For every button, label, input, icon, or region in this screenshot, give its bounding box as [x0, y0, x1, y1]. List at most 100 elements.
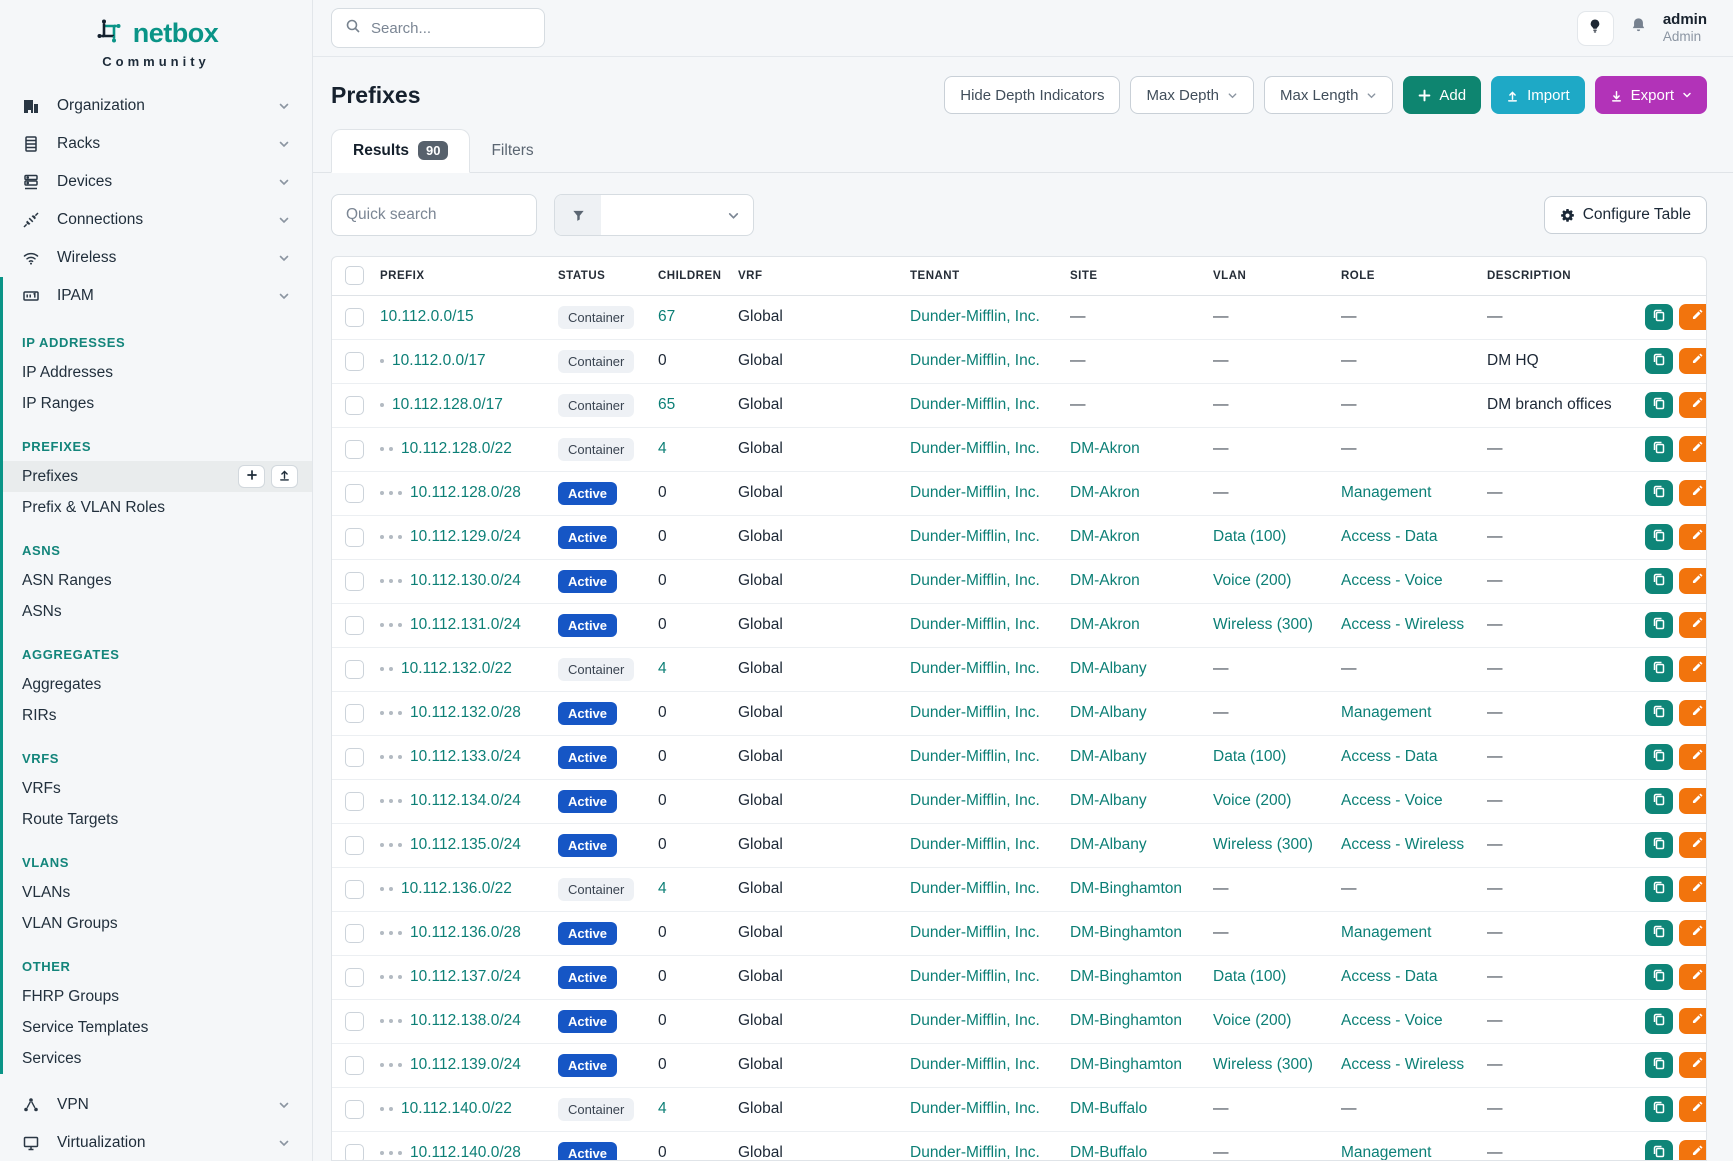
- saved-filter-select[interactable]: [554, 194, 754, 236]
- column-header-site[interactable]: SITE: [1060, 257, 1203, 295]
- tenant-link[interactable]: Dunder-Mifflin, Inc.: [910, 616, 1040, 633]
- add-button[interactable]: Add: [1403, 76, 1481, 114]
- edit-button[interactable]: [1679, 744, 1707, 770]
- notifications-button[interactable]: [1629, 16, 1648, 40]
- edit-button[interactable]: [1679, 788, 1707, 814]
- site-link[interactable]: DM-Albany: [1070, 836, 1147, 853]
- prefix-link[interactable]: 10.112.128.0/22: [401, 440, 512, 457]
- children-count-link[interactable]: 65: [658, 396, 675, 413]
- import-prefix-button[interactable]: [271, 465, 298, 488]
- edit-button[interactable]: [1679, 524, 1707, 550]
- sidebar-item-virtualization[interactable]: Virtualization: [0, 1124, 312, 1161]
- prefix-link[interactable]: 10.112.132.0/22: [401, 660, 512, 677]
- copy-button[interactable]: [1645, 788, 1673, 814]
- sidebar-item-wireless[interactable]: Wireless: [0, 239, 312, 277]
- column-header-vrf[interactable]: VRF: [728, 257, 900, 295]
- tenant-link[interactable]: Dunder-Mifflin, Inc.: [910, 396, 1040, 413]
- tenant-link[interactable]: Dunder-Mifflin, Inc.: [910, 968, 1040, 985]
- sidebar-item-devices[interactable]: Devices: [0, 163, 312, 201]
- role-link[interactable]: Access - Data: [1341, 968, 1437, 985]
- theme-toggle-button[interactable]: [1577, 11, 1614, 46]
- role-link[interactable]: Access - Wireless: [1341, 836, 1464, 853]
- site-link[interactable]: DM-Buffalo: [1070, 1100, 1147, 1117]
- sidebar-item-vrfs[interactable]: VRFs: [0, 773, 312, 804]
- tenant-link[interactable]: Dunder-Mifflin, Inc.: [910, 484, 1040, 501]
- copy-button[interactable]: [1645, 1140, 1673, 1161]
- site-link[interactable]: DM-Akron: [1070, 484, 1140, 501]
- site-link[interactable]: DM-Binghamton: [1070, 1012, 1182, 1029]
- copy-button[interactable]: [1645, 480, 1673, 506]
- site-link[interactable]: DM-Akron: [1070, 616, 1140, 633]
- select-all-checkbox[interactable]: [345, 266, 364, 285]
- role-link[interactable]: Access - Voice: [1341, 792, 1443, 809]
- configure-table-button[interactable]: Configure Table: [1544, 196, 1707, 234]
- role-link[interactable]: Management: [1341, 924, 1431, 941]
- export-button[interactable]: Export: [1595, 76, 1707, 114]
- prefix-link[interactable]: 10.112.134.0/24: [410, 792, 521, 809]
- site-link[interactable]: DM-Akron: [1070, 528, 1140, 545]
- site-link[interactable]: DM-Binghamton: [1070, 924, 1182, 941]
- sidebar-item-rirs[interactable]: RIRs: [0, 700, 312, 731]
- tenant-link[interactable]: Dunder-Mifflin, Inc.: [910, 1144, 1040, 1161]
- sidebar-item-ip-ranges[interactable]: IP Ranges: [0, 388, 312, 419]
- prefix-link[interactable]: 10.112.131.0/24: [410, 616, 521, 633]
- children-count-link[interactable]: 4: [658, 440, 667, 457]
- role-link[interactable]: Access - Data: [1341, 528, 1437, 545]
- add-prefix-button[interactable]: [238, 465, 265, 488]
- column-header-vlan[interactable]: VLAN: [1203, 257, 1331, 295]
- site-link[interactable]: DM-Buffalo: [1070, 1144, 1147, 1161]
- row-checkbox[interactable]: [345, 352, 364, 371]
- children-count-link[interactable]: 4: [658, 1100, 667, 1117]
- site-link[interactable]: DM-Binghamton: [1070, 1056, 1182, 1073]
- row-checkbox[interactable]: [345, 484, 364, 503]
- edit-button[interactable]: [1679, 1008, 1707, 1034]
- edit-button[interactable]: [1679, 1140, 1707, 1161]
- tenant-link[interactable]: Dunder-Mifflin, Inc.: [910, 792, 1040, 809]
- sidebar-item-ipam[interactable]: IPAM: [0, 277, 312, 315]
- sidebar-item-vlans[interactable]: VLANs: [0, 877, 312, 908]
- quick-search[interactable]: [331, 194, 537, 236]
- copy-button[interactable]: [1645, 832, 1673, 858]
- tenant-link[interactable]: Dunder-Mifflin, Inc.: [910, 1012, 1040, 1029]
- row-checkbox[interactable]: [345, 880, 364, 899]
- site-link[interactable]: DM-Akron: [1070, 440, 1140, 457]
- row-checkbox[interactable]: [345, 748, 364, 767]
- tenant-link[interactable]: Dunder-Mifflin, Inc.: [910, 308, 1040, 325]
- prefix-link[interactable]: 10.112.0.0/15: [380, 308, 474, 325]
- column-header-role[interactable]: ROLE: [1331, 257, 1477, 295]
- edit-button[interactable]: [1679, 700, 1707, 726]
- vlan-link[interactable]: Data (100): [1213, 968, 1286, 985]
- sidebar-item-fhrp-groups[interactable]: FHRP Groups: [0, 981, 312, 1012]
- tenant-link[interactable]: Dunder-Mifflin, Inc.: [910, 572, 1040, 589]
- sidebar-item-route-targets[interactable]: Route Targets: [0, 804, 312, 835]
- site-link[interactable]: DM-Albany: [1070, 704, 1147, 721]
- edit-button[interactable]: [1679, 1052, 1707, 1078]
- row-checkbox[interactable]: [345, 616, 364, 635]
- sidebar-item-prefixes[interactable]: Prefixes: [0, 461, 312, 492]
- row-checkbox[interactable]: [345, 1100, 364, 1119]
- sidebar-item-organization[interactable]: Organization: [0, 87, 312, 125]
- copy-button[interactable]: [1645, 304, 1673, 330]
- children-count-link[interactable]: 67: [658, 308, 675, 325]
- prefix-link[interactable]: 10.112.137.0/24: [410, 968, 521, 985]
- sidebar-item-prefix-vlan-roles[interactable]: Prefix & VLAN Roles: [0, 492, 312, 523]
- prefix-link[interactable]: 10.112.140.0/28: [410, 1144, 521, 1161]
- row-checkbox[interactable]: [345, 660, 364, 679]
- role-link[interactable]: Access - Voice: [1341, 1012, 1443, 1029]
- max-depth-select[interactable]: Max Depth: [1130, 76, 1254, 114]
- prefix-link[interactable]: 10.112.129.0/24: [410, 528, 521, 545]
- role-link[interactable]: Access - Wireless: [1341, 616, 1464, 633]
- tenant-link[interactable]: Dunder-Mifflin, Inc.: [910, 704, 1040, 721]
- row-checkbox[interactable]: [345, 924, 364, 943]
- role-link[interactable]: Access - Voice: [1341, 572, 1443, 589]
- edit-button[interactable]: [1679, 612, 1707, 638]
- vlan-link[interactable]: Voice (200): [1213, 1012, 1291, 1029]
- edit-button[interactable]: [1679, 964, 1707, 990]
- site-link[interactable]: DM-Binghamton: [1070, 968, 1182, 985]
- edit-button[interactable]: [1679, 436, 1707, 462]
- tenant-link[interactable]: Dunder-Mifflin, Inc.: [910, 352, 1040, 369]
- sidebar-item-vlan-groups[interactable]: VLAN Groups: [0, 908, 312, 939]
- site-link[interactable]: DM-Akron: [1070, 572, 1140, 589]
- prefix-link[interactable]: 10.112.128.0/28: [410, 484, 521, 501]
- max-length-select[interactable]: Max Length: [1264, 76, 1393, 114]
